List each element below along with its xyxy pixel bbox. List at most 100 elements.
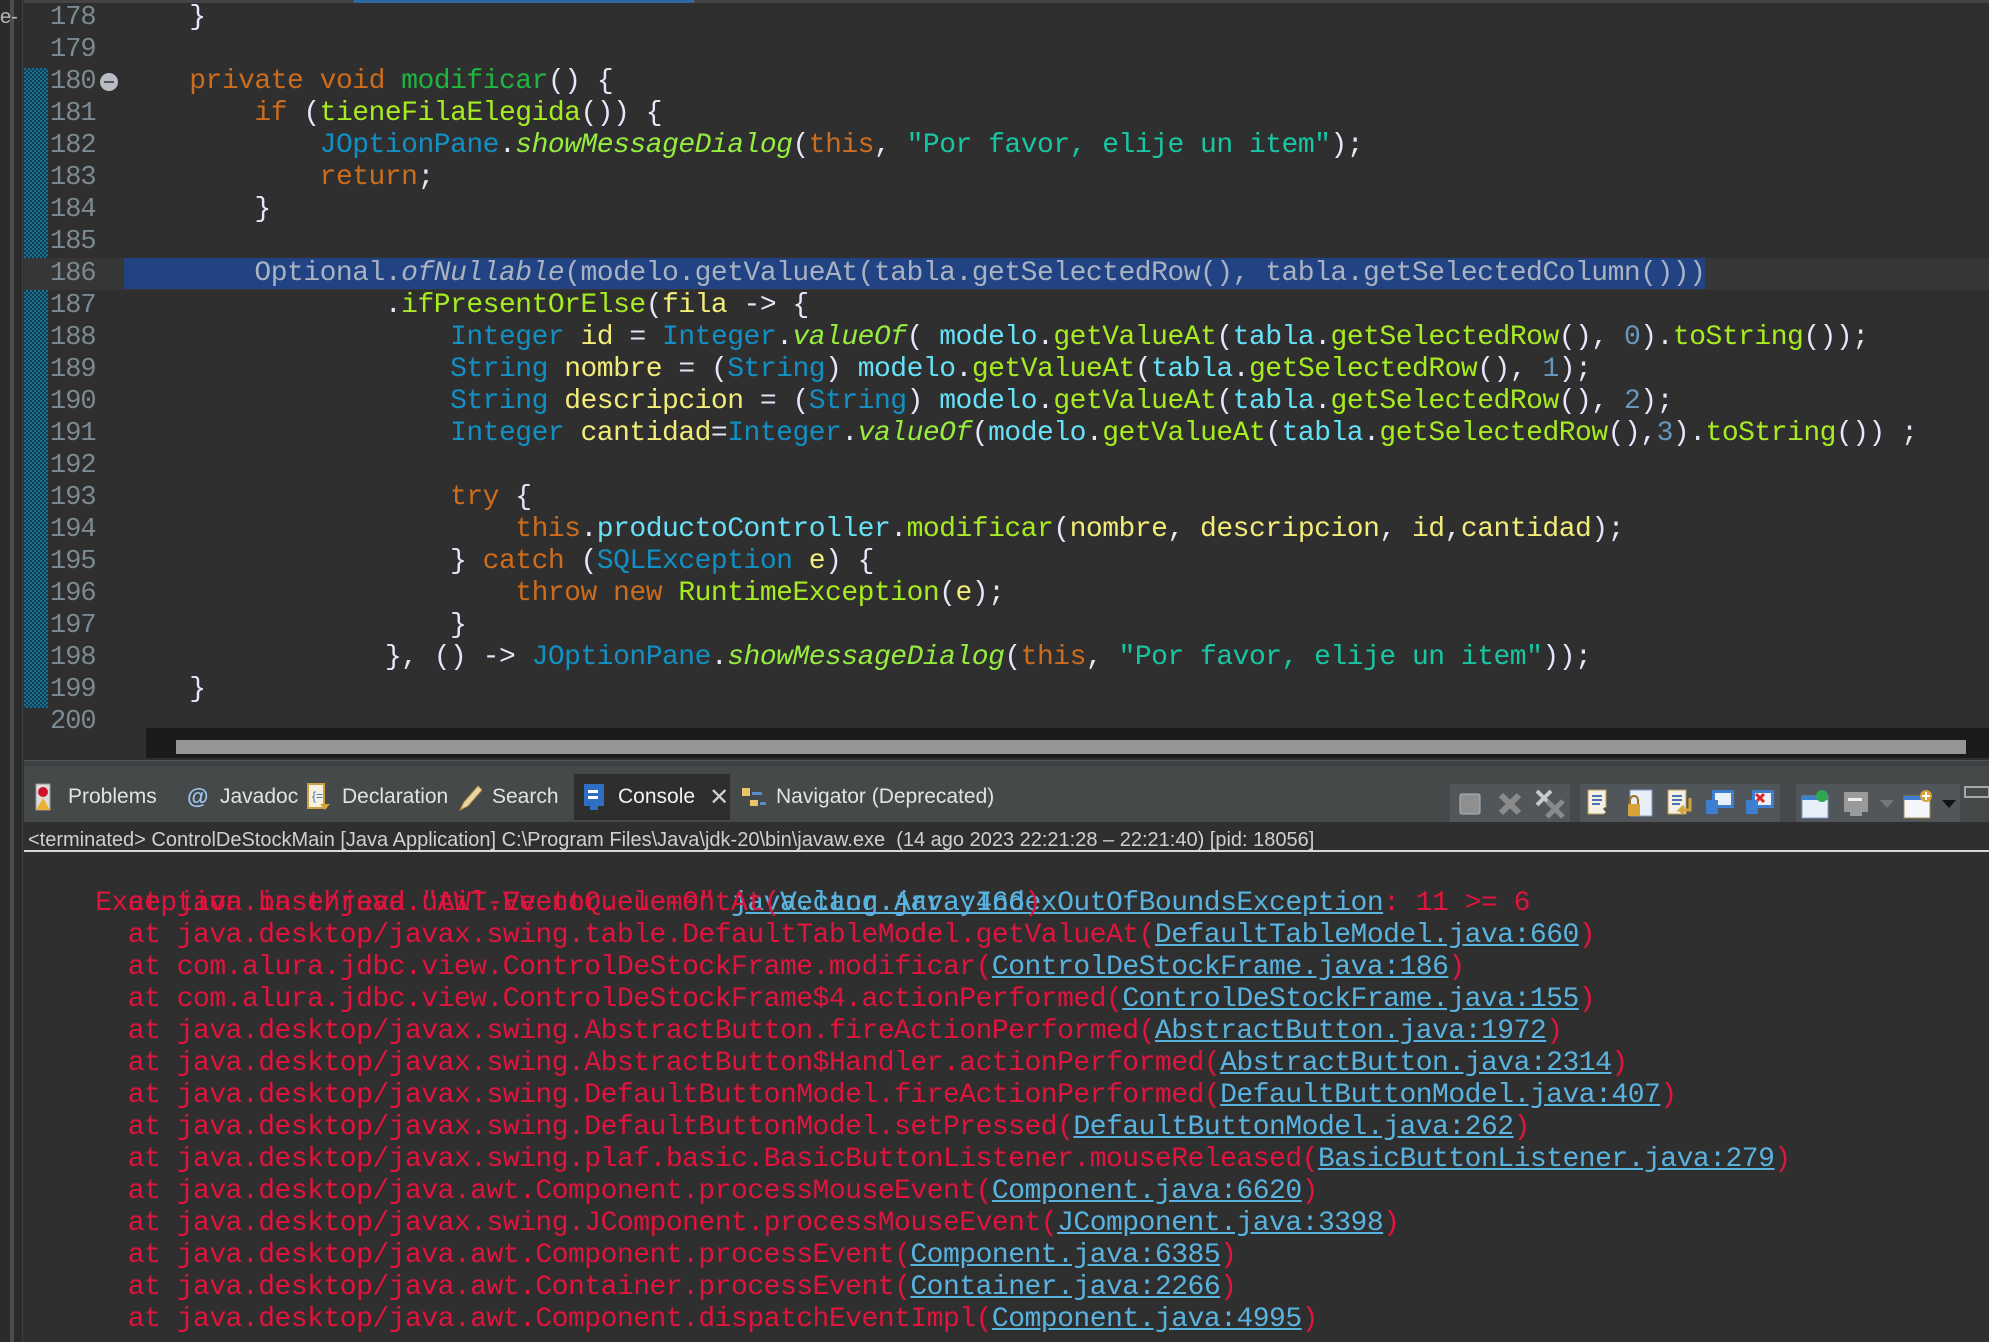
code-token: ( [1265, 418, 1282, 449]
code-line[interactable]: 180 private void modificar() { [24, 66, 1989, 98]
code-line[interactable]: 197 } [24, 610, 1989, 642]
code-line[interactable]: 190 String descripcion = (String) modelo… [24, 386, 1989, 418]
clear-console-button[interactable] [1584, 788, 1616, 820]
source-link[interactable]: Component.java:6620 [992, 1176, 1302, 1207]
code-token: Integer [662, 322, 777, 353]
code-line[interactable]: 184 } [24, 194, 1989, 226]
code-line[interactable]: 198 }, () -> JOptionPane.showMessageDial… [24, 642, 1989, 674]
source-link[interactable]: ControlDeStockFrame.java:186 [992, 952, 1449, 983]
code-line[interactable]: 195 } catch (SQLException e) { [24, 546, 1989, 578]
show-on-stdout-button[interactable] [1704, 788, 1736, 820]
paren-open: ( [1203, 1080, 1221, 1111]
chevron-down-icon[interactable] [1942, 800, 1956, 808]
stack-frame-method: at com.alura.jdbc.view.ControlDeStockFra… [127, 984, 1107, 1015]
code-line[interactable]: 181 if (tieneFilaElegida()) { [24, 98, 1989, 130]
line-number: 184 [50, 195, 97, 225]
editor-horizontal-scrollbar[interactable] [146, 728, 1989, 758]
code-line[interactable]: 193 try { [24, 482, 1989, 514]
line-number: 190 [50, 387, 97, 417]
console-toolbar-group-launch [1450, 784, 1570, 824]
code-token: (), [1477, 354, 1543, 385]
source-link[interactable]: Component.java:6385 [910, 1240, 1220, 1271]
tab-declaration[interactable]: {= Declaration [298, 774, 448, 820]
code-line[interactable]: 185 [24, 226, 1989, 258]
code-line[interactable]: 199 } [24, 674, 1989, 706]
scroll-lock-button[interactable] [1624, 788, 1656, 820]
close-icon[interactable]: ✕ [709, 783, 729, 812]
code-line[interactable]: 178 } [24, 2, 1989, 34]
source-link[interactable]: ControlDeStockFrame.java:155 [1122, 984, 1579, 1015]
display-selected-console-button[interactable] [1840, 788, 1872, 820]
code-token: = ( [662, 354, 728, 385]
svg-text:{=: {= [312, 789, 323, 803]
remove-launch-button[interactable] [1494, 788, 1526, 820]
code-token: = [710, 418, 728, 449]
source-link[interactable]: AbstractButton.java:2314 [1220, 1048, 1612, 1079]
source-link[interactable]: Container.java:2266 [910, 1272, 1220, 1303]
code-line[interactable]: 186 Optional.ofNullable(modelo.getValueA… [24, 258, 1989, 290]
open-console-button[interactable] [1902, 788, 1934, 820]
stack-frame-line: at java.base/java.util.Vector.elementAt(… [30, 888, 1041, 920]
code-token: ifPresentOrElse [401, 290, 646, 321]
code-line[interactable]: 187 .ifPresentOrElse(fila -> { [24, 290, 1989, 322]
code-token: productoController [596, 514, 891, 545]
code-line[interactable]: 182 JOptionPane.showMessageDialog(this, … [24, 130, 1989, 162]
code-token: . [710, 642, 728, 673]
tab-search[interactable]: Search [448, 774, 570, 820]
remove-all-terminated-button[interactable] [1534, 788, 1566, 820]
code-line[interactable]: 189 String nombre = (String) modelo.getV… [24, 354, 1989, 386]
terminate-button[interactable] [1454, 788, 1486, 820]
console-output[interactable]: Exception in thread "AWT-EventQueue-0" j… [24, 856, 1989, 1342]
source-link[interactable]: BasicButtonListener.java:279 [1318, 1144, 1775, 1175]
code-line[interactable]: 179 [24, 34, 1989, 66]
code-line[interactable]: 183 return; [24, 162, 1989, 194]
line-number: 200 [50, 707, 97, 737]
line-number: 194 [50, 515, 97, 545]
code-token: descripcion [1200, 514, 1380, 545]
sash-handle[interactable] [10, 0, 14, 1342]
code-line[interactable]: 196 throw new RuntimeException(e); [24, 578, 1989, 610]
source-link[interactable]: AbstractButton.java:1972 [1155, 1016, 1547, 1047]
source-link[interactable]: DefaultButtonModel.java:407 [1220, 1080, 1661, 1111]
line-number: 185 [50, 227, 97, 257]
source-link[interactable]: DefaultButtonModel.java:262 [1073, 1112, 1514, 1143]
left-sash[interactable] [0, 0, 23, 1342]
tab-javadoc[interactable]: @ Javadoc [176, 774, 298, 820]
code-line[interactable]: 188 Integer id = Integer.valueOf( modelo… [24, 322, 1989, 354]
code-token: }, () -> [124, 642, 532, 673]
fold-collapse-icon[interactable] [100, 73, 118, 91]
tab-navigator-deprecated[interactable]: Navigator (Deprecated) [732, 774, 1052, 820]
console-icon [582, 782, 608, 812]
chevron-down-icon[interactable] [1880, 800, 1894, 808]
code-token: ( [1216, 386, 1233, 417]
code-token: ); [1591, 514, 1624, 545]
code-token: this [1020, 642, 1087, 673]
source-link[interactable]: Vector.java:466 [780, 888, 1025, 919]
source-link[interactable]: DefaultTableModel.java:660 [1155, 920, 1579, 951]
paren-open: ( [1138, 920, 1156, 951]
code-editor[interactable]: 178 } 179 180 private void modificar() {18… [24, 0, 1989, 758]
source-link[interactable]: Component.java:4995 [992, 1304, 1302, 1335]
code-line[interactable]: 194 this.productoController.modificar(no… [24, 514, 1989, 546]
tab-console[interactable]: Console ✕ [574, 774, 730, 820]
tab-problems[interactable]: Problems [24, 774, 170, 820]
code-line[interactable]: 192 [24, 450, 1989, 482]
code-line[interactable]: 191 Integer cantidad=Integer.valueOf(mod… [24, 418, 1989, 450]
minimize-panel-button[interactable] [1964, 786, 1989, 798]
source-link[interactable]: JComponent.java:3398 [1057, 1208, 1384, 1239]
stack-frame-method: at java.desktop/java.awt.Container.proce… [127, 1272, 895, 1303]
word-wrap-button[interactable] [1664, 788, 1696, 820]
pin-console-button[interactable] [1800, 788, 1832, 820]
show-on-stderr-button[interactable] [1744, 788, 1776, 820]
code-text: return; [124, 162, 435, 194]
horizontal-scroll-thumb[interactable] [176, 740, 1966, 754]
